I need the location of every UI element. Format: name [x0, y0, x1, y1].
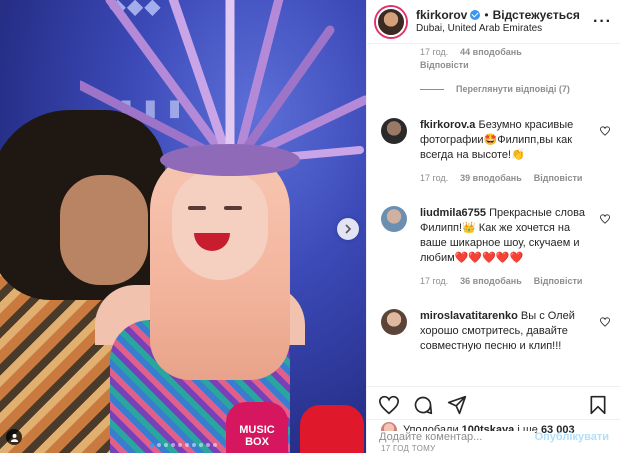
- comment-time: 17 год.: [420, 173, 449, 183]
- author-username[interactable]: fkirkorov: [416, 8, 467, 22]
- like-heart-icon[interactable]: [379, 395, 399, 415]
- carousel-dot: [205, 443, 210, 447]
- comment-time: 17 год.: [420, 47, 449, 57]
- comment-item: miroslavatitarenko Вы с Олей хорошо смот…: [381, 309, 610, 354]
- share-paper-plane-icon[interactable]: [447, 395, 467, 415]
- post-actions: [367, 386, 620, 416]
- carousel-dot: [198, 443, 203, 447]
- add-comment-input[interactable]: [379, 430, 535, 443]
- carousel-dot: [156, 443, 161, 447]
- reply-button[interactable]: Відповісти: [381, 60, 610, 70]
- like-comment-heart-icon[interactable]: [600, 214, 610, 224]
- save-bookmark-icon[interactable]: [588, 395, 608, 415]
- follow-status-button[interactable]: Відстежується: [493, 8, 580, 22]
- post-side-panel: fkirkorov • Відстежується Dubai, United …: [366, 0, 620, 453]
- comments-list[interactable]: 17 год. 44 вподобань Відповісти Переглян…: [367, 44, 620, 386]
- instagram-post-view: ◆◆◆ ▮ ▮ ▮ MUSIC BOX fkirkorov • Відстежу…: [0, 0, 620, 453]
- feather-crown: [80, 0, 366, 176]
- woman-eye-right: [224, 206, 242, 210]
- woman-eye-left: [188, 206, 206, 210]
- reply-button[interactable]: Відповісти: [534, 274, 583, 289]
- chevron-right-icon: [345, 224, 352, 234]
- replies-line: [420, 88, 444, 90]
- carousel-next-button[interactable]: [337, 218, 359, 240]
- carousel-dot: [170, 443, 175, 447]
- post-photo[interactable]: ◆◆◆ ▮ ▮ ▮ MUSIC BOX: [0, 0, 366, 453]
- comment-item: liudmila6755 Прекрасные слова Филипп!👑 К…: [381, 206, 610, 289]
- view-replies-label: Переглянути відповіді (7): [456, 84, 570, 94]
- commenter-avatar[interactable]: [381, 309, 407, 335]
- post-header: fkirkorov • Відстежується Dubai, United …: [367, 0, 620, 44]
- like-comment-heart-icon[interactable]: [600, 317, 610, 327]
- post-location[interactable]: Dubai, United Arab Emirates: [416, 22, 593, 36]
- mic-label-line-1: MUSIC: [239, 424, 275, 436]
- comment-time: 17 год.: [420, 276, 449, 286]
- carousel-indicator: [0, 443, 366, 447]
- comment-item: fkirkorov.a Безумно красивые фотографии🤩…: [381, 118, 610, 186]
- comment-likes[interactable]: 44 вподобань: [460, 47, 522, 57]
- header-separator: •: [484, 7, 489, 22]
- commenter-avatar[interactable]: [381, 118, 407, 144]
- person-icon: [10, 433, 18, 442]
- commenter-username[interactable]: liudmila6755: [420, 207, 486, 219]
- man-face: [60, 175, 148, 285]
- tagged-users-button[interactable]: [6, 429, 22, 445]
- commenter-avatar[interactable]: [381, 206, 407, 232]
- view-replies-button[interactable]: Переглянути відповіді (7): [420, 84, 610, 94]
- prev-comment-meta: 17 год. 44 вподобань: [381, 47, 610, 57]
- carousel-dot: [191, 443, 196, 447]
- like-comment-heart-icon[interactable]: [600, 126, 610, 136]
- author-avatar[interactable]: [376, 6, 406, 37]
- carousel-dot: [163, 443, 168, 447]
- carousel-dot: [177, 443, 182, 447]
- commenter-username[interactable]: miroslavatitarenko: [420, 310, 518, 322]
- post-comment-button[interactable]: Опублікувати: [535, 431, 609, 443]
- commenter-username[interactable]: fkirkorov.a: [420, 119, 475, 131]
- more-options-icon[interactable]: ···: [593, 13, 612, 31]
- carousel-dot: [184, 443, 189, 447]
- add-comment-bar: Опублікувати: [367, 419, 620, 453]
- carousel-dot: [149, 443, 154, 447]
- reply-button[interactable]: Відповісти: [534, 171, 583, 186]
- comment-bubble-icon[interactable]: [413, 395, 433, 415]
- comment-likes[interactable]: 36 вподобань: [460, 274, 522, 289]
- carousel-dot: [212, 443, 217, 447]
- verified-badge-icon: [470, 9, 481, 20]
- comment-likes[interactable]: 39 вподобань: [460, 171, 522, 186]
